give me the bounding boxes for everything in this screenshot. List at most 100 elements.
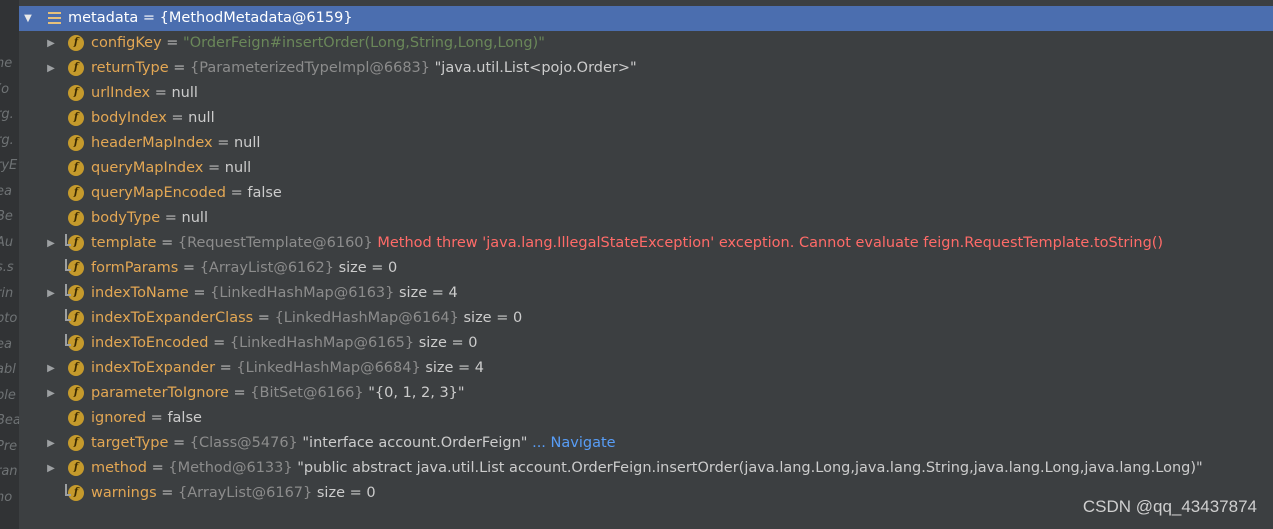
field-icon: f	[68, 360, 84, 376]
field-icon: f	[68, 435, 84, 451]
variable-name: bodyIndex	[91, 110, 167, 126]
field-icon: f	[65, 259, 84, 276]
equals-sign: =	[146, 410, 168, 426]
chevron-right-icon[interactable]: ▶	[44, 56, 58, 81]
equals-sign: =	[208, 335, 230, 351]
gutter-text-fragment: ea	[0, 336, 12, 352]
field-rows: ▶ f configKey = "OrderFeign#insertOrder(Lo…	[19, 31, 1273, 506]
variable-value: "OrderFeign#insertOrder(Long,String,Long…	[183, 35, 545, 51]
field-icon: f	[68, 85, 84, 101]
tree-row-metadata[interactable]: ▼ metadata = {MethodMetadata@6159}	[19, 6, 1273, 31]
gutter-text-fragment: ryE	[0, 158, 18, 173]
variable-value: "interface account.OrderFeign"	[302, 435, 528, 451]
tree-row-queryMapIndex[interactable]: f queryMapIndex = null	[19, 156, 1273, 181]
gutter-text-fragment: ne	[0, 56, 13, 71]
variable-ref: {LinkedHashMap@6163}	[210, 285, 395, 301]
variable-value: false	[167, 410, 202, 426]
tree-row-bodyIndex[interactable]: f bodyIndex = null	[19, 106, 1273, 131]
variable-name: queryMapIndex	[91, 160, 204, 176]
field-icon: f	[68, 135, 84, 151]
variable-ref: {LinkedHashMap@6684}	[236, 360, 421, 376]
variable-name: configKey	[91, 35, 162, 51]
variable-name: urlIndex	[91, 85, 151, 101]
chevron-right-icon[interactable]: ▶	[44, 281, 58, 306]
tree-row-ignored[interactable]: f ignored = false	[19, 406, 1273, 431]
tree-row-headerMapIndex[interactable]: f headerMapIndex = null	[19, 131, 1273, 156]
chevron-right-icon[interactable]: ▶	[44, 431, 58, 456]
chevron-right-icon[interactable]: ▶	[44, 381, 58, 406]
gutter-text-fragment: pto	[0, 311, 18, 326]
variable-name: queryMapEncoded	[91, 185, 226, 201]
variable-name: indexToExpanderClass	[91, 310, 254, 326]
equals-sign: =	[156, 235, 178, 251]
tree-row-indexToName[interactable]: ▶ f indexToName = {LinkedHashMap@6163} siz…	[19, 281, 1273, 306]
variable-name: warnings	[91, 485, 157, 501]
chevron-right-icon[interactable]: ▶	[44, 356, 58, 381]
field-icon: f	[68, 210, 84, 226]
variable-ref: {MethodMetadata@6159}	[159, 10, 353, 26]
tree-row-parameterToIgnore[interactable]: ▶ f parameterToIgnore = {BitSet@6166} "{0,…	[19, 381, 1273, 406]
variable-name: indexToExpander	[91, 360, 216, 376]
field-icon: f	[65, 334, 84, 351]
gutter-text-fragment: ea	[0, 183, 12, 199]
gutter-text-fragment: (o	[0, 81, 10, 97]
variable-value: null	[171, 85, 198, 101]
variable-ref: {ArrayList@6167}	[178, 485, 313, 501]
variable-ref: {RequestTemplate@6160}	[177, 235, 373, 251]
chevron-right-icon[interactable]: ▶	[44, 31, 58, 56]
debugger-variables-tree[interactable]: ▼ metadata = {MethodMetadata@6159} ▶ f con…	[19, 6, 1273, 506]
tree-row-urlIndex[interactable]: f urlIndex = null	[19, 81, 1273, 106]
tree-row-queryMapEncoded[interactable]: f queryMapEncoded = false	[19, 181, 1273, 206]
variable-name: indexToEncoded	[91, 335, 209, 351]
gutter-text-fragment: no	[0, 489, 13, 505]
tree-row-configKey[interactable]: ▶ f configKey = "OrderFeign#insertOrder(Lo…	[19, 31, 1273, 56]
gutter-text-fragment: Pre	[0, 438, 18, 454]
field-icon: f	[68, 460, 84, 476]
chevron-down-icon[interactable]: ▼	[21, 6, 35, 31]
variable-ref: {ParameterizedTypeImpl@6683}	[190, 60, 431, 76]
equals-sign: =	[253, 310, 275, 326]
tree-row-indexToEncoded[interactable]: f indexToEncoded = {LinkedHashMap@6165} s…	[19, 331, 1273, 356]
collection-size: size = 4	[425, 360, 485, 376]
tree-row-targetType[interactable]: ▶ f targetType = {Class@5476} "interface a…	[19, 431, 1273, 456]
navigate-link[interactable]: ... Navigate	[532, 435, 615, 451]
variable-ref: {LinkedHashMap@6164}	[274, 310, 459, 326]
tree-row-formParams[interactable]: f formParams = {ArrayList@6162} size = 0	[19, 256, 1273, 281]
variable-name: formParams	[91, 260, 179, 276]
equals-sign: =	[166, 110, 189, 126]
tree-row-template[interactable]: ▶ f template = {RequestTemplate@6160} Meth…	[19, 231, 1273, 256]
variable-ref: {Method@6133}	[168, 460, 293, 476]
chevron-right-icon[interactable]: ▶	[44, 456, 58, 481]
equals-sign: =	[178, 260, 200, 276]
variable-name: ignored	[91, 410, 147, 426]
field-icon: f	[65, 484, 84, 501]
variable-name: headerMapIndex	[91, 135, 213, 151]
field-icon: f	[68, 185, 84, 201]
equals-sign: =	[147, 460, 169, 476]
variable-value: null	[188, 110, 215, 126]
tree-row-method[interactable]: ▶ f method = {Method@6133} "public abstrac…	[19, 456, 1273, 481]
field-icon: f	[68, 35, 84, 51]
field-icon: f	[65, 234, 84, 251]
variable-ref: {BitSet@6166}	[250, 385, 364, 401]
tree-row-indexToExpander[interactable]: ▶ f indexToExpander = {LinkedHashMap@6684}…	[19, 356, 1273, 381]
equals-sign: =	[188, 285, 211, 301]
equals-sign: =	[142, 10, 160, 26]
variable-name: indexToName	[91, 285, 189, 301]
chevron-right-icon[interactable]: ▶	[44, 231, 58, 256]
variable-value: null	[224, 160, 252, 176]
tree-row-bodyType[interactable]: f bodyType = null	[19, 206, 1273, 231]
equals-sign: =	[203, 160, 225, 176]
variable-ref: {ArrayList@6162}	[199, 260, 334, 276]
gutter-text-fragment: s.s	[0, 260, 14, 275]
variable-value: null	[233, 135, 261, 151]
tree-row-indexToExpanderClass[interactable]: f indexToExpanderClass = {LinkedHashMap@6…	[19, 306, 1273, 331]
collection-size: size = 0	[316, 485, 376, 501]
variable-name: targetType	[91, 435, 169, 451]
tree-row-returnType[interactable]: ▶ f returnType = {ParameterizedTypeImpl@66…	[19, 56, 1273, 81]
equals-sign: =	[168, 60, 191, 76]
equals-sign: =	[212, 135, 234, 151]
error-message: Method threw 'java.lang.IllegalStateExce…	[377, 235, 1164, 251]
variable-name: template	[91, 235, 157, 251]
gutter-text-fragment: ble	[0, 387, 16, 403]
